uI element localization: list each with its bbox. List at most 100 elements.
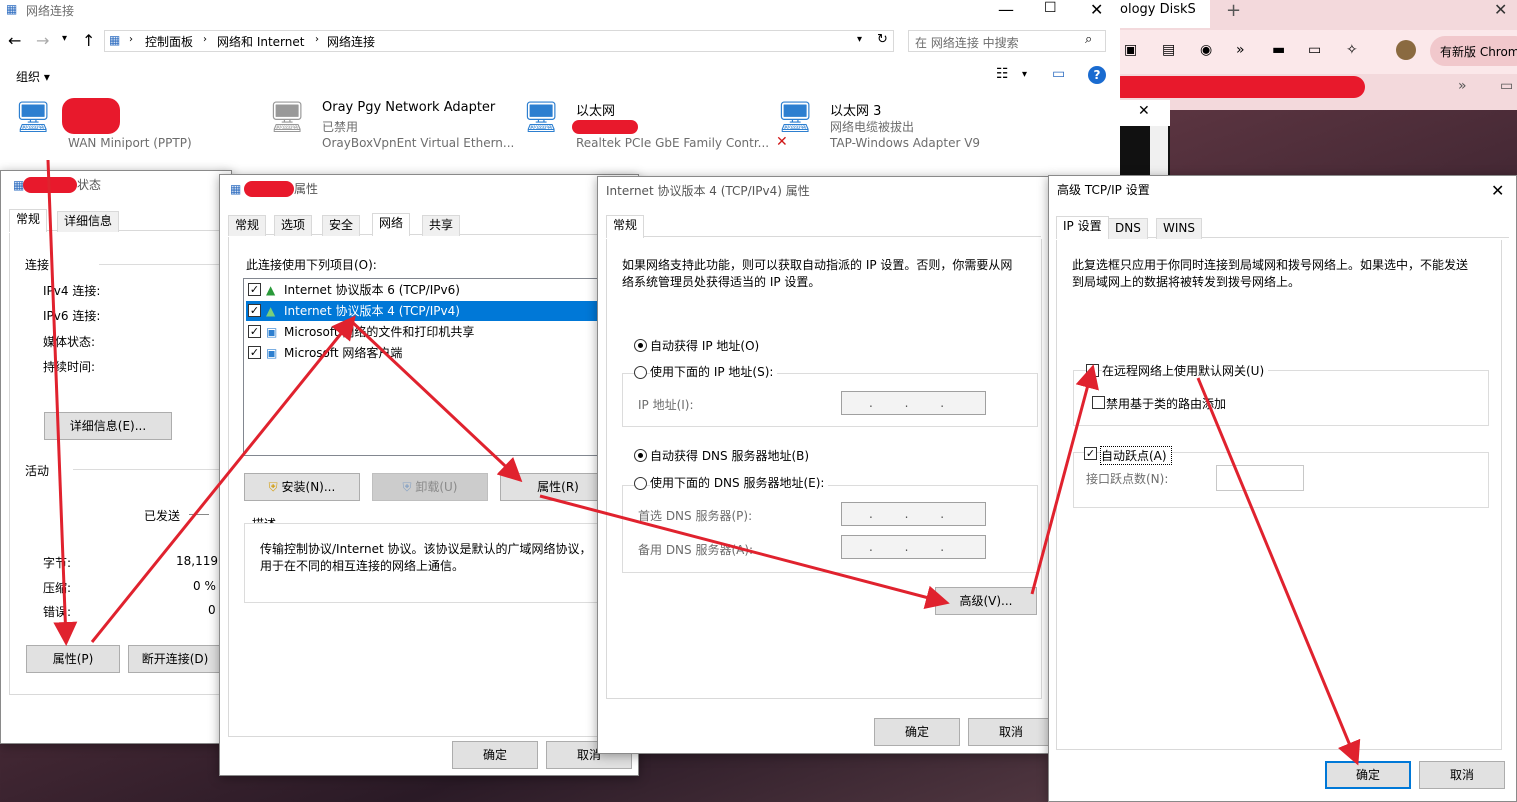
adapter-ethernet[interactable]: 🖥 以太网 Realtek PCIe GbE Family Contr... — [522, 98, 772, 156]
interface-metric-field[interactable] — [1216, 465, 1304, 491]
back-icon[interactable]: ← — [8, 31, 21, 50]
advanced-button[interactable]: 高级(V)... — [935, 587, 1037, 615]
new-tab-icon[interactable]: + — [1226, 0, 1241, 21]
browser-tab[interactable]: ology DiskS — [1110, 0, 1210, 28]
default-gateway-checkbox[interactable] — [1086, 364, 1099, 377]
breadcrumb-item[interactable]: 控制面板 — [145, 33, 193, 50]
redaction — [244, 181, 294, 197]
pip-icon[interactable]: ▭ — [1308, 42, 1321, 58]
ip-address-field[interactable]: . . . — [841, 391, 986, 415]
tab-ip-settings[interactable]: IP 设置 — [1056, 216, 1109, 239]
network-adapter-icon: 🖥 — [776, 100, 815, 135]
bookmarks-more-icon[interactable]: » — [1458, 78, 1467, 94]
window-app-icon: ▦ — [6, 2, 18, 16]
tab-dns[interactable]: DNS — [1108, 218, 1148, 239]
organize-menu[interactable]: 组织 ▾ — [16, 68, 50, 85]
cancel-button[interactable]: 取消 — [968, 718, 1048, 746]
disconnect-button[interactable]: 断开连接(D) — [128, 645, 222, 673]
list-item[interactable]: ✓ ▲ Internet 协议版本 6 (TCP/IPv6) — [246, 280, 620, 300]
manual-ip-label[interactable]: 使用下面的 IP 地址(S): — [650, 363, 778, 380]
auto-metric-label[interactable]: 自动跃点(A) — [1100, 446, 1172, 465]
ok-button[interactable]: 确定 — [452, 741, 538, 769]
status-row: 媒体状态: — [43, 335, 96, 349]
items-list[interactable]: ✓ ▲ Internet 协议版本 6 (TCP/IPv6) ✓ ▲ Inter… — [243, 278, 623, 456]
up-icon[interactable]: ↑ — [82, 31, 95, 50]
update-chip[interactable]: 有新版 Chrom — [1430, 36, 1517, 66]
tab-sharing[interactable]: 共享 — [422, 215, 461, 236]
tab-options[interactable]: 选项 — [274, 215, 313, 236]
default-gateway-label[interactable]: 在远程网络上使用默认网关(U) — [1102, 362, 1269, 379]
tab-wins[interactable]: WINS — [1156, 218, 1202, 239]
tab-details[interactable]: 详细信息 — [57, 211, 120, 232]
auto-dns-radio[interactable] — [634, 449, 647, 462]
folder-icon[interactable]: ▭ — [1500, 78, 1513, 94]
minimize-icon[interactable]: — — [998, 0, 1014, 19]
list-item[interactable]: ✓ ▣ Microsoft 网络客户端 — [246, 343, 620, 363]
refresh-icon[interactable]: ↻ — [877, 32, 888, 47]
address-dropdown-icon[interactable]: ▾ — [857, 34, 862, 45]
details-button[interactable]: 详细信息(E)... — [44, 412, 172, 440]
tab-general[interactable]: 常规 — [228, 215, 267, 236]
recent-chevron-icon[interactable]: ▾ — [62, 33, 67, 44]
extension-icon-4[interactable]: » — [1236, 42, 1245, 58]
popup-close-icon[interactable]: ✕ — [1138, 103, 1150, 119]
extension-icon-2[interactable]: ▤ — [1162, 42, 1175, 58]
dialog-title-suffix: 状态 — [77, 178, 102, 192]
manual-dns-label[interactable]: 使用下面的 DNS 服务器地址(E): — [650, 474, 829, 491]
item-checkbox[interactable]: ✓ — [248, 346, 261, 359]
adapter-pptp[interactable]: 🖥 WAN Miniport (PPTP) — [14, 98, 254, 156]
search-input[interactable]: 在 网络连接 中搜索 ⌕ — [908, 30, 1106, 52]
extension-icon-5[interactable]: ▬ — [1272, 42, 1285, 58]
close-icon[interactable]: ✕ — [1491, 181, 1504, 200]
uninstall-button[interactable]: ⛨ 卸载(U) — [372, 473, 488, 501]
adapter-ethernet-3[interactable]: 🖥 ✕ 以太网 3 网络电缆被拔出 TAP-Windows Adapter V9 — [776, 98, 1026, 156]
extension-icon-3[interactable]: ◉ — [1200, 42, 1212, 58]
item-checkbox[interactable]: ✓ — [248, 304, 261, 317]
manual-dns-radio[interactable] — [634, 477, 647, 490]
preview-pane-icon[interactable]: ▭ — [1052, 66, 1065, 82]
scrollbar[interactable] — [1150, 126, 1168, 180]
view-options-icon[interactable]: ☷ — [996, 66, 1009, 82]
help-icon[interactable]: ? — [1088, 66, 1106, 84]
cancel-button[interactable]: 取消 — [1419, 761, 1505, 789]
install-button[interactable]: ⛨ 安装(N)... — [244, 473, 360, 501]
address-bar[interactable]: ▦ › 控制面板 › 网络和 Internet › 网络连接 ▾ ↻ — [104, 30, 894, 52]
close-icon[interactable]: ✕ — [1090, 0, 1103, 19]
list-item-label: Microsoft 网络客户端 — [284, 346, 403, 360]
auto-ip-label[interactable]: 自动获得 IP 地址(O) — [650, 337, 759, 354]
class-route-checkbox[interactable] — [1092, 396, 1105, 409]
properties-button[interactable]: 属性(P) — [26, 645, 120, 673]
avatar[interactable] — [1396, 40, 1416, 60]
view-chevron-icon[interactable]: ▾ — [1022, 69, 1027, 80]
item-checkbox[interactable]: ✓ — [248, 325, 261, 338]
general-panel — [606, 239, 1042, 699]
ok-button[interactable]: 确定 — [874, 718, 960, 746]
extension-icon-1[interactable]: ▣ — [1124, 42, 1137, 58]
tab-security[interactable]: 安全 — [322, 215, 361, 236]
tab-general[interactable]: 常规 — [9, 209, 48, 232]
extensions-puzzle-icon[interactable]: ✧ — [1346, 42, 1358, 58]
interface-metric-label: 接口跃点数(N): — [1086, 472, 1169, 486]
auto-dns-label[interactable]: 自动获得 DNS 服务器地址(B) — [650, 447, 809, 464]
tab-general[interactable]: 常规 — [606, 215, 645, 238]
adapter-oray[interactable]: 🖥 Oray Pgy Network Adapter 已禁用 OrayBoxVp… — [268, 98, 518, 156]
browser-close-icon[interactable]: ✕ — [1494, 0, 1507, 19]
maximize-icon[interactable]: ☐ — [1044, 0, 1057, 16]
item-checkbox[interactable]: ✓ — [248, 283, 261, 296]
auto-ip-radio[interactable] — [634, 339, 647, 352]
preferred-dns-field[interactable]: . . . — [841, 502, 986, 526]
ok-button[interactable]: 确定 — [1325, 761, 1411, 789]
list-item[interactable]: ✓ ▣ Microsoft 网络的文件和打印机共享 — [246, 322, 620, 342]
alternate-dns-field[interactable]: . . . — [841, 535, 986, 559]
list-item-selected[interactable]: ✓ ▲ Internet 协议版本 4 (TCP/IPv4) — [246, 301, 620, 321]
class-route-label[interactable]: 禁用基于类的路由添加 — [1106, 395, 1226, 412]
breadcrumb-item[interactable]: 网络连接 — [327, 33, 375, 50]
network-adapter-disabled-icon: 🖥 — [268, 100, 307, 135]
manual-ip-radio[interactable] — [634, 366, 647, 379]
redaction — [23, 177, 77, 193]
tab-network[interactable]: 网络 — [372, 213, 411, 236]
forward-icon[interactable]: → — [36, 31, 49, 50]
auto-metric-checkbox[interactable]: ✓ — [1084, 447, 1097, 460]
network-service-icon: ▣ — [266, 325, 278, 339]
breadcrumb-item[interactable]: 网络和 Internet — [217, 33, 304, 50]
